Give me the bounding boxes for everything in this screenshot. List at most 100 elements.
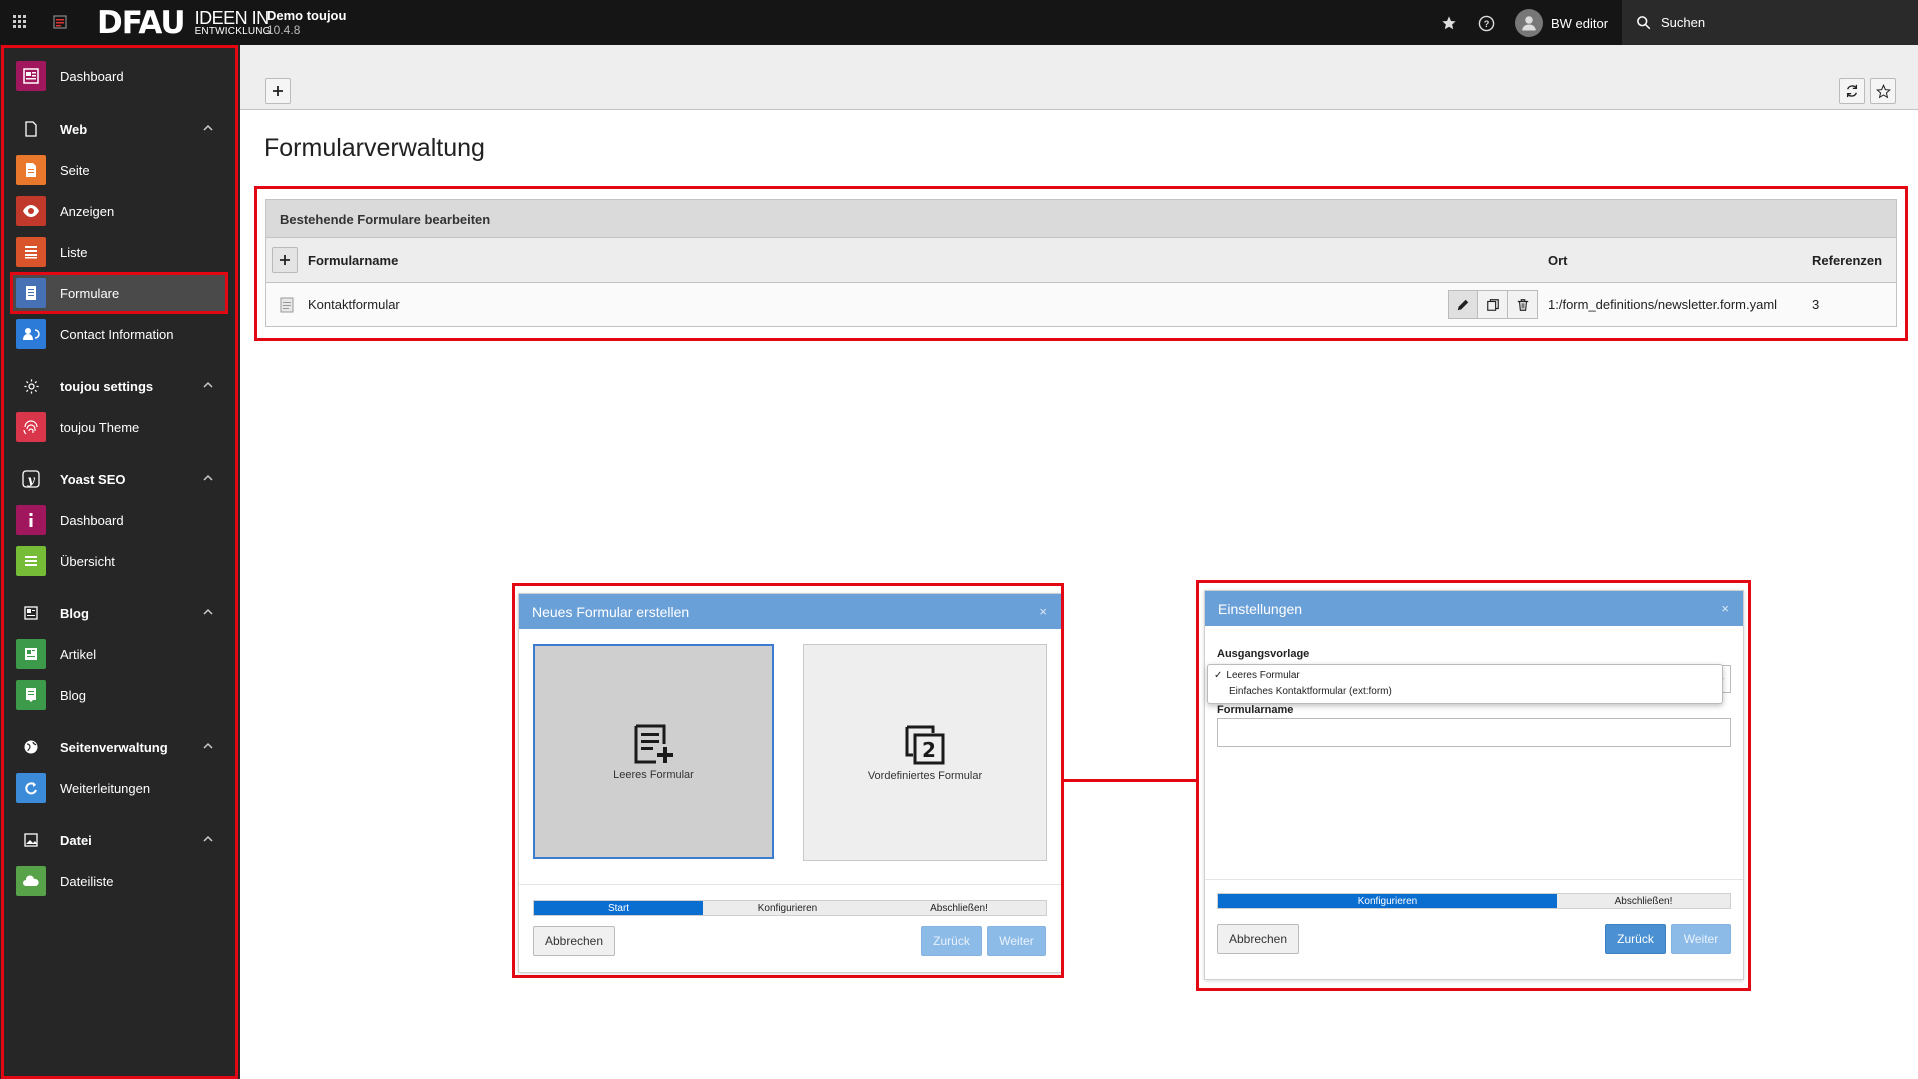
info-icon [16,505,46,535]
sidebar-item-dateiliste[interactable]: Dateiliste [10,861,228,901]
sidebar-group-toujou-settings[interactable]: toujou settings [10,366,228,406]
image-icon [16,825,46,855]
option-predefined-form[interactable]: 2 Vordefiniertes Formular [803,644,1047,861]
sidebar-item-contact[interactable]: Contact Information [10,314,228,354]
sidebar-item-label: Übersicht [60,553,115,569]
chevron-up-icon [203,835,213,842]
option-label: Leeres Formular [1226,670,1300,681]
sidebar-item-formulare[interactable]: Formulare [10,273,228,313]
sidebar-group-web[interactable]: Web [10,109,228,149]
duplicate-button[interactable] [1478,290,1508,319]
wizard-title: Einstellungen [1218,600,1303,617]
wizard-progress: Start Konfigurieren Abschließen! [533,900,1047,916]
chevron-up-icon [203,742,213,749]
search-toggle[interactable]: Suchen [1622,0,1918,45]
app-grid-icon[interactable] [10,12,30,32]
bookmark-button[interactable] [1870,78,1896,104]
progress-step-configure: Konfigurieren [1218,894,1557,908]
sidebar-item-uebersicht[interactable]: Übersicht [10,541,228,581]
fingerprint-icon [16,412,46,442]
sidebar-item-label: Anzeigen [60,203,115,219]
page-icon [16,114,46,144]
search-icon [1637,16,1651,30]
form-references[interactable]: 3 [1812,297,1819,312]
newspaper-icon [16,598,46,628]
form-name-label: Formularname [1217,704,1294,716]
gear-icon [16,371,46,401]
close-icon[interactable]: × [1039,604,1047,619]
sidebar-group-label: Web [60,121,88,137]
form-location: 1:/form_definitions/newsletter.form.yaml [1548,297,1778,312]
svg-text:?: ? [1483,19,1489,29]
add-form-button[interactable] [272,247,298,273]
sidebar-group-seitenverwaltung[interactable]: Seitenverwaltung [10,727,228,767]
chevron-up-icon [203,474,213,481]
form-icon [16,278,46,308]
sidebar-item-label: Weiterleitungen [60,780,151,796]
sidebar-item-anzeigen[interactable]: Anzeigen [10,191,228,231]
svg-text:y: y [27,473,36,487]
page-tree-toggle-icon[interactable] [50,12,70,32]
sidebar-item-weiterleitungen[interactable]: Weiterleitungen [10,768,228,808]
next-button[interactable]: Weiter [987,926,1046,956]
column-header-references[interactable]: Referenzen [1812,253,1882,268]
edit-button[interactable] [1448,290,1478,319]
eye-icon [16,196,46,226]
logo-line2: ENTWICKLUNG [194,26,271,37]
row-actions [1448,290,1538,319]
sidebar-item-toujou-theme[interactable]: toujou Theme [10,407,228,447]
cancel-button[interactable]: Abbrechen [533,926,615,956]
next-button[interactable]: Weiter [1671,924,1731,954]
progress-step-finish: Abschließen! [1614,895,1673,907]
template-option-blank[interactable]: ✓ Leeres Formular [1214,670,1300,681]
sidebar-item-liste[interactable]: Liste [10,232,228,272]
sidebar-group-label: toujou settings [60,378,154,394]
sidebar-group-datei[interactable]: Datei [10,820,228,860]
sidebar-item-yoast-dashboard[interactable]: Dashboard [10,500,228,540]
back-button[interactable]: Zurück [1605,924,1666,954]
reload-button[interactable] [1839,78,1865,104]
sidebar-group-label: Seitenverwaltung [60,739,168,755]
bookmark-star-icon[interactable] [1438,12,1460,34]
option-predefined-label: Vordefiniertes Formular [867,769,983,782]
sidebar-group-blog[interactable]: Blog [10,593,228,633]
page-module-icon [16,155,46,185]
copy-icon [1486,298,1499,311]
form-name-input[interactable] [1217,718,1731,747]
search-label: Suchen [1661,15,1706,30]
column-header-name[interactable]: Formularname [308,253,398,268]
form-name[interactable]: Kontaktformular [308,297,400,312]
sidebar-item-label: Contact Information [60,326,174,342]
sidebar-item-seite[interactable]: Seite [10,150,228,190]
checkmark-icon: ✓ [1214,670,1223,681]
close-icon[interactable]: × [1721,601,1729,616]
option-blank-form[interactable]: Leeres Formular [533,644,774,859]
sidebar-item-label: toujou Theme [60,419,140,435]
cancel-button[interactable]: Abbrechen [1217,924,1299,954]
template-dropdown: ✓ Leeres Formular Einfaches Kontaktformu… [1207,664,1723,704]
site-version: 10.4.8 [267,22,301,37]
site-name: Demo toujou [267,8,347,23]
sidebar-item-dashboard[interactable]: Dashboard [10,56,228,96]
column-header-location[interactable]: Ort [1548,253,1568,268]
sidebar-item-artikel[interactable]: Artikel [10,634,228,674]
sidebar-item-label: Dashboard [60,68,124,84]
user-menu[interactable]: BW editor [1515,9,1608,37]
star-outline-icon [1875,83,1891,98]
sidebar-item-blog[interactable]: Blog [10,675,228,715]
sidebar-item-label: Seite [60,162,90,178]
back-button[interactable]: Zurück [921,926,982,956]
table-header: Formularname Ort Referenzen [266,238,1896,283]
new-form-button[interactable] [265,78,291,104]
sidebar-item-label: Dashboard [60,512,124,528]
help-icon[interactable]: ? [1475,12,1497,34]
module-menu: Dashboard Web Seite Anzeigen Liste Formu… [0,45,240,1079]
logo[interactable]: DFAU IDEEN IN ENTWICKLUNG [97,5,271,41]
template-label: Ausgangsvorlage [1217,648,1310,660]
settings-wizard: Einstellungen × Ausgangsvorlage ✓ Leeres… [1204,590,1744,980]
yoast-icon: y [16,464,46,494]
template-option-contact[interactable]: Einfaches Kontaktformular (ext:form) [1229,686,1392,697]
sidebar-group-yoast[interactable]: y Yoast SEO [10,459,228,499]
delete-button[interactable] [1508,290,1538,319]
progress-step-configure: Konfigurieren [757,902,818,914]
